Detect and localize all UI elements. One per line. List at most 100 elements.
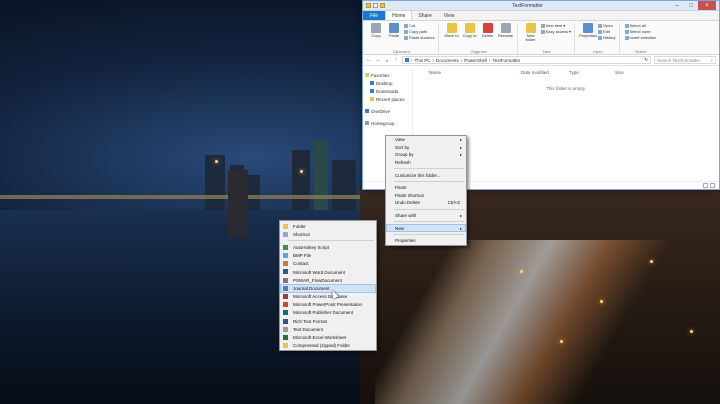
scissors-icon (404, 23, 408, 28)
delete-button[interactable]: Delete (480, 23, 496, 47)
menu-item-label: Refresh (395, 160, 411, 166)
menu-item-group-by[interactable]: Group by ▸ (386, 151, 466, 159)
menu-item-label: Sort by (395, 144, 410, 150)
rename-button[interactable]: Rename (498, 23, 514, 47)
paste-shortcut-button[interactable]: Paste shortcut (404, 35, 435, 40)
tab-view[interactable]: View (438, 11, 461, 20)
copy-to-icon (464, 23, 475, 33)
new-item-microsoft-powerpoint-presentation[interactable]: Microsoft PowerPoint Presentation (280, 301, 376, 309)
menu-item-properties[interactable]: Properties (386, 237, 466, 245)
breadcrumb-powershell[interactable]: PowerShell (464, 58, 487, 63)
column-size[interactable]: Size (615, 70, 645, 75)
details-view-icon[interactable] (703, 183, 708, 188)
menu-item-label: Microsoft Access Database (293, 294, 348, 300)
history-button[interactable]: History (598, 35, 616, 40)
column-date-modified[interactable]: Date modified (521, 70, 569, 75)
paste-button[interactable]: Paste (386, 23, 402, 47)
close-button[interactable]: × (698, 1, 716, 10)
new-item-microsoft-excel-worksheet[interactable]: Microsoft Excel Worksheet (280, 333, 376, 341)
copy-icon (371, 23, 381, 33)
paste-label: Paste (388, 33, 400, 38)
address-bar[interactable]: › This PC › Documents › PowerShell › Tex… (402, 56, 651, 64)
easy-access-button[interactable]: Easy access ▾ (540, 29, 571, 34)
select-all-icon (624, 23, 629, 28)
minimize-button[interactable]: – (670, 1, 684, 10)
title-bar[interactable]: TextFormatter – □ × (363, 1, 719, 11)
breadcrumb-this-pc[interactable]: This PC (415, 58, 431, 63)
menu-separator (394, 221, 464, 223)
menu-item-label: Microsoft PowerPoint Presentation (293, 302, 363, 308)
new-item-bmp-file[interactable]: BMP File (280, 252, 376, 260)
tab-home[interactable]: Home (385, 11, 413, 20)
forward-arrow-icon[interactable]: → (375, 57, 381, 63)
new-item-microsoft-word-document[interactable]: Microsoft Word Document (280, 268, 376, 276)
open-small-buttons: Open Edit History (598, 23, 616, 47)
nav-favorites[interactable]: Favorites (365, 71, 410, 79)
menu-item-label: Undo Delete (395, 200, 421, 206)
menu-item-paste[interactable]: Paste (386, 184, 466, 192)
new-item-rich-text-format[interactable]: Rich Text Format (280, 317, 376, 325)
breadcrumb-textformatter[interactable]: TextFormatter (493, 58, 521, 63)
large-icons-view-icon[interactable] (710, 183, 715, 188)
nav-downloads[interactable]: Downloads (365, 87, 410, 95)
column-name[interactable]: Name (429, 70, 521, 75)
menu-item-customize-folder[interactable]: Customize this folder... (386, 171, 466, 179)
new-item-folder[interactable]: Folder (280, 222, 376, 230)
copy-to-button[interactable]: Copy to (462, 23, 478, 47)
shortcut-icon (283, 231, 288, 237)
edit-button[interactable]: Edit (598, 29, 615, 34)
menu-item-view[interactable]: View ▸ (386, 136, 466, 144)
menu-item-refresh[interactable]: Refresh (386, 159, 466, 167)
breadcrumb-documents[interactable]: Documents (436, 58, 459, 63)
properties-button[interactable]: Properties (579, 23, 597, 47)
nav-recent-places[interactable]: Recent places (365, 95, 410, 103)
contact-icon (283, 261, 288, 267)
maximize-button[interactable]: □ (684, 1, 698, 10)
new-item-pswar-flowdocument[interactable]: PSWAR_FlowDocument (280, 276, 376, 284)
menu-item-share-with[interactable]: Share with ▸ (386, 212, 466, 220)
properties-icon[interactable] (373, 3, 378, 8)
open-button[interactable]: Open (598, 23, 615, 28)
new-item-autohotkey-script[interactable]: AutoHotkey Script (280, 243, 376, 251)
nav-onedrive[interactable]: OneDrive (365, 107, 410, 115)
city-light (300, 170, 303, 173)
column-headers: Name Date modified Type Size (413, 68, 719, 76)
tab-file[interactable]: File (363, 11, 386, 20)
select-all-button[interactable]: Select all (624, 23, 657, 28)
column-type[interactable]: Type (569, 70, 615, 75)
move-to-button[interactable]: Move to (444, 23, 460, 47)
new-item-button[interactable]: New item ▾ (540, 23, 571, 28)
city-light (215, 160, 218, 163)
recent-locations-icon[interactable]: ▾ (384, 58, 390, 63)
search-icon: ⌕ (710, 57, 713, 63)
new-folder-button[interactable]: New folder (523, 23, 539, 47)
menu-item-label: Folder (293, 223, 306, 229)
menu-item-new[interactable]: New ▸ (386, 224, 466, 232)
paste-shortcut-icon (404, 35, 408, 40)
up-arrow-icon[interactable]: ↑ (393, 57, 399, 63)
new-item-microsoft-publisher-document[interactable]: Microsoft Publisher Document (280, 309, 376, 317)
new-item-text-document[interactable]: Text Document (280, 325, 376, 333)
new-item-microsoft-access-database[interactable]: Microsoft Access Database (280, 293, 376, 301)
search-box[interactable]: Search TextFormatter ⌕ (654, 56, 716, 64)
refresh-icon[interactable]: ↻ (644, 57, 648, 63)
menu-item-undo-delete[interactable]: Undo Delete Ctrl+Z (386, 199, 466, 207)
copy-path-button[interactable]: Copy path (404, 29, 435, 34)
recent-places-icon (370, 97, 374, 101)
invert-selection-button[interactable]: Invert selection (624, 35, 656, 40)
new-item-contact[interactable]: Contact (280, 260, 376, 268)
copy-button[interactable]: Copy (368, 23, 384, 47)
menu-item-paste-shortcut[interactable]: Paste shortcut (386, 192, 466, 200)
cut-button[interactable]: Cut (404, 23, 435, 28)
new-item-compressed-zipped-folder[interactable]: Compressed (zipped) Folder (280, 342, 376, 350)
rename-icon (500, 23, 511, 33)
select-none-button[interactable]: Select none (624, 29, 657, 34)
menu-item-sort-by[interactable]: Sort by ▸ (386, 144, 466, 152)
new-item-journal-document[interactable]: Journal Document (280, 284, 376, 293)
new-item-shortcut[interactable]: Shortcut (280, 230, 376, 238)
nav-desktop[interactable]: Desktop (365, 79, 410, 87)
nav-homegroup[interactable]: Homegroup (365, 119, 410, 127)
city-light (650, 260, 653, 263)
back-arrow-icon[interactable]: ← (366, 57, 372, 63)
tab-share[interactable]: Share (412, 11, 437, 20)
